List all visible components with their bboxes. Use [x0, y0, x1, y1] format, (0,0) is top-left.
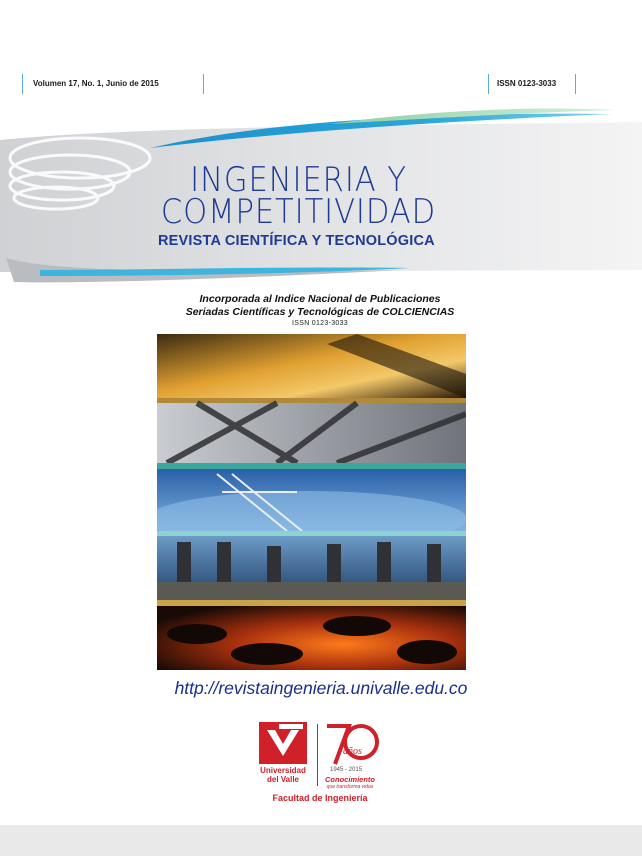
journal-title-line-2: COMPETITIVIDAD [160, 192, 437, 232]
70-anos-logo: años [327, 724, 379, 765]
photo-collage [157, 334, 466, 670]
svg-text:años: años [343, 746, 362, 757]
logo-divider [317, 724, 318, 786]
indexing-statement-line-2: Seriadas Científicas y Tecnológicas de C… [185, 306, 455, 318]
footer-band [0, 825, 642, 856]
anniversary-tagline: Conocimiento [325, 775, 375, 784]
anniversary-years: 1945 - 2015 [330, 767, 363, 773]
issn-label: ISSN 0123-3033 [488, 74, 576, 94]
website-link[interactable]: http://revistaingenieria.univalle.edu.co [120, 678, 522, 699]
journal-cover: Volumen 17, No. 1, Junio de 2015 ISSN 01… [0, 0, 642, 856]
anniversary-tagline-sub: que transforma vidas [326, 784, 374, 790]
volume-label: Volumen 17, No. 1, Junio de 2015 [22, 74, 204, 94]
faculty-name: Facultad de Ingeniería [272, 793, 368, 803]
university-name-line-2: del Valle [266, 775, 300, 784]
journal-subtitle: REVISTA CIENTÍFICA Y TECNOLÓGICA [158, 233, 435, 249]
indexing-statement-line-1: Incorporada al Indice Nacional de Public… [199, 293, 441, 305]
university-name-line-1: Universidad [260, 766, 306, 775]
indexing-issn: ISSN 0123-3033 [292, 320, 348, 327]
universidad-del-valle-logo [259, 722, 307, 764]
